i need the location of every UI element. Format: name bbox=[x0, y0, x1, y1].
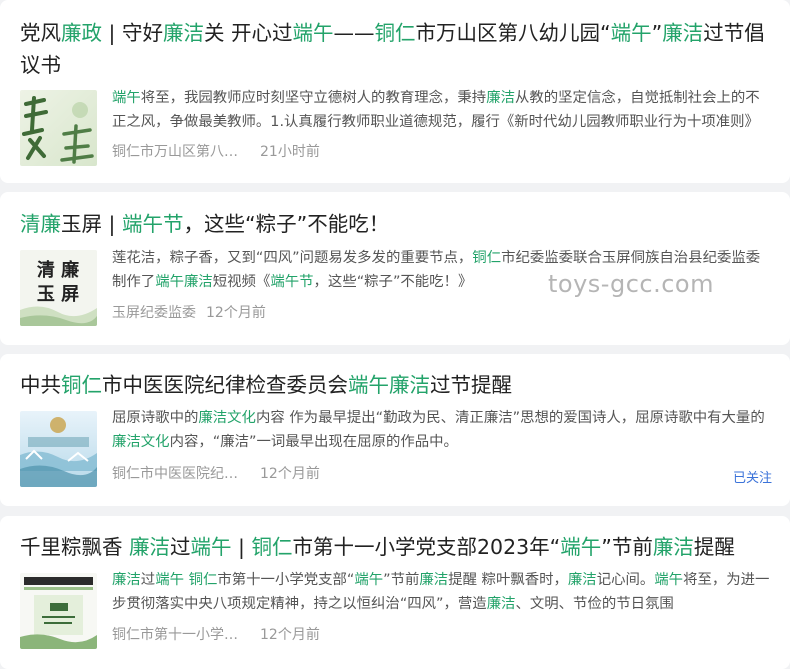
highlighted-keyword: 端午节 bbox=[270, 274, 314, 290]
thumb-line-1: 清 廉 bbox=[37, 259, 79, 281]
text-segment: ”节前 bbox=[601, 535, 653, 559]
article-time: 21小时前 bbox=[260, 144, 320, 160]
text-segment: 将至，我园教师应时刻坚守立德树人的教育理念，秉持 bbox=[140, 90, 487, 106]
highlighted-keyword: 端午 bbox=[112, 90, 141, 106]
news-card[interactable]: 党风廉政 | 守好廉洁关 开心过端午——铜仁市万山区第八幼儿园“端午”廉洁过节倡… bbox=[0, 0, 790, 183]
text-segment: 短视频《 bbox=[212, 274, 271, 290]
text-segment: 内容 作为最早提出“勤政为民、清正廉洁”思想的爱国诗人，屈原诗歌中有大量的 bbox=[255, 410, 765, 426]
text-segment: | 守好 bbox=[102, 21, 163, 45]
highlighted-keyword: 端午 bbox=[292, 21, 334, 45]
follow-button[interactable]: 已关注 bbox=[733, 467, 772, 486]
article-time: 12个月前 bbox=[260, 627, 320, 643]
highlighted-keyword: 廉洁文化 bbox=[112, 434, 170, 450]
text-segment: 关 开心过 bbox=[203, 21, 293, 45]
text-segment: 市中医医院纪律检查委员会 bbox=[102, 373, 348, 397]
highlighted-keyword: 端午 bbox=[610, 21, 652, 45]
festival-banner-image bbox=[20, 411, 97, 487]
text-segment: 市万山区第八幼儿园“ bbox=[415, 21, 611, 45]
text-segment: ” bbox=[651, 21, 663, 45]
article-time: 12个月前 bbox=[260, 466, 320, 482]
text-segment: —— bbox=[333, 21, 375, 45]
article-thumbnail[interactable] bbox=[20, 90, 97, 166]
highlighted-keyword: 端午廉洁 bbox=[348, 373, 430, 397]
highlighted-keyword: 廉洁 bbox=[419, 572, 449, 588]
highlighted-keyword: 端午 bbox=[654, 572, 684, 588]
highlighted-keyword: 铜仁 bbox=[251, 535, 293, 559]
text-segment: 玉屏 | bbox=[61, 212, 122, 236]
article-meta: 铜仁市中医医院纪律检查委员会 12个月前 bbox=[112, 464, 320, 484]
highlighted-keyword: 端午 bbox=[354, 572, 384, 588]
text-segment: 市第十一小学党支部“ bbox=[217, 572, 355, 588]
article-title[interactable]: 党风廉政 | 守好廉洁关 开心过端午——铜仁市万山区第八幼儿园“端午”廉洁过节倡… bbox=[20, 17, 778, 81]
text-segment: ，这些“粽子”不能吃！ bbox=[183, 212, 390, 236]
text-segment: ，这些“粽子”不能吃！》 bbox=[313, 274, 473, 290]
article-thumbnail[interactable]: 清 廉 玉 屏 bbox=[20, 250, 97, 326]
article-title[interactable]: 中共铜仁市中医医院纪律检查委员会端午廉洁过节提醒 bbox=[20, 369, 778, 401]
highlighted-keyword: 端午 bbox=[190, 535, 232, 559]
text-segment: 莲花洁，粽子香，又到“四风”问题易发多发的重要节点， bbox=[112, 250, 473, 266]
text-segment: 提醒 bbox=[693, 535, 735, 559]
text-segment: ”节前 bbox=[383, 572, 420, 588]
article-source[interactable]: 铜仁市万山区第八幼儿园 bbox=[112, 142, 250, 162]
highlighted-keyword: 廉洁文化 bbox=[198, 410, 256, 426]
text-segment: 过 bbox=[140, 572, 156, 588]
article-thumbnail[interactable] bbox=[20, 573, 97, 649]
highlighted-keyword: 铜仁 bbox=[374, 21, 416, 45]
article-source[interactable]: 玉屏纪委监委 bbox=[112, 303, 196, 323]
article-time: 12个月前 bbox=[206, 305, 266, 321]
article-thumbnail[interactable] bbox=[20, 411, 97, 487]
news-card[interactable]: 中共铜仁市中医医院纪律检查委员会端午廉洁过节提醒 屈原诗歌中的廉洁文化内容 作为… bbox=[0, 354, 790, 506]
text-segment: 中共 bbox=[20, 373, 61, 397]
highlighted-keyword: 廉洁 bbox=[486, 596, 516, 612]
text-segment: 千里粽飘香 bbox=[20, 535, 130, 559]
highlighted-keyword: 端午廉洁 bbox=[155, 274, 213, 290]
highlighted-keyword: 廉洁 bbox=[129, 535, 171, 559]
article-summary: 莲花洁，粽子香，又到“四风”问题易发多发的重要节点，铜仁市纪委监委联合玉屏侗族自… bbox=[112, 246, 774, 294]
article-title[interactable]: 清廉玉屏 | 端午节，这些“粽子”不能吃！ bbox=[20, 208, 778, 240]
highlighted-keyword: 端午 bbox=[560, 535, 602, 559]
article-summary: 端午将至，我园教师应时刻坚守立德树人的教育理念，秉持廉洁从教的坚定信念，自觉抵制… bbox=[112, 86, 774, 134]
article-meta: 玉屏纪委监委 12个月前 bbox=[112, 303, 266, 323]
text-segment: 、文明、节俭的节日氛围 bbox=[515, 596, 674, 612]
highlighted-keyword: 端午节 bbox=[121, 212, 184, 236]
highlighted-keyword: 廉洁 bbox=[162, 21, 204, 45]
text-segment: | bbox=[231, 535, 252, 559]
article-meta: 铜仁市万山区第八幼儿园 21小时前 bbox=[112, 142, 320, 162]
highlighted-keyword: 廉洁 bbox=[652, 535, 694, 559]
article-summary: 屈原诗歌中的廉洁文化内容 作为最早提出“勤政为民、清正廉洁”思想的爱国诗人，屈原… bbox=[112, 406, 774, 454]
thumb-line-2: 玉 屏 bbox=[37, 284, 79, 305]
highlighted-keyword: 铜仁 bbox=[188, 572, 218, 588]
article-meta: 铜仁市第十一小学党支部 12个月前 bbox=[112, 625, 320, 645]
highlighted-keyword: 廉洁 bbox=[486, 90, 515, 106]
text-segment: 记心间。 bbox=[596, 572, 655, 588]
highlighted-keyword: 铜仁 bbox=[61, 373, 102, 397]
text-segment: 屈原诗歌中的 bbox=[112, 410, 199, 426]
text-segment: 过 bbox=[170, 535, 191, 559]
highlighted-keyword: 端午 bbox=[155, 572, 184, 588]
text-segment: 提醒 粽叶飘香时， bbox=[448, 572, 568, 588]
text-segment: 过节提醒 bbox=[430, 373, 512, 397]
highlighted-keyword: 廉洁 bbox=[567, 572, 597, 588]
news-card[interactable]: 清廉玉屏 | 端午节，这些“粽子”不能吃！ 清 廉 玉 屏 莲花洁，粽子香，又到… bbox=[0, 192, 790, 345]
article-source[interactable]: 铜仁市中医医院纪律检查委员会 bbox=[112, 464, 250, 484]
highlighted-keyword: 廉洁 bbox=[662, 21, 704, 45]
news-card[interactable]: 千里粽飘香 廉洁过端午 | 铜仁市第十一小学党支部2023年“端午”节前廉洁提醒… bbox=[0, 516, 790, 669]
highlighted-keyword: 清廉 bbox=[20, 212, 61, 236]
lian-jie-calligraphy-image bbox=[20, 90, 97, 166]
article-summary: 廉洁过端午 铜仁市第十一小学党支部“端午”节前廉洁提醒 粽叶飘香时，廉洁记心间。… bbox=[112, 568, 774, 616]
text-segment: 党风 bbox=[20, 21, 61, 45]
article-source[interactable]: 铜仁市第十一小学党支部 bbox=[112, 625, 250, 645]
text-segment: 市第十一小学党支部2023年“ bbox=[292, 535, 561, 559]
highlighted-keyword: 廉洁 bbox=[112, 572, 141, 588]
article-title[interactable]: 千里粽飘香 廉洁过端午 | 铜仁市第十一小学党支部2023年“端午”节前廉洁提醒 bbox=[20, 531, 778, 563]
highlighted-keyword: 铜仁 bbox=[472, 250, 502, 266]
qing-lian-yu-ping-calligraphy-image: 清 廉 玉 屏 bbox=[20, 250, 97, 326]
highlighted-keyword: 廉政 bbox=[61, 21, 102, 45]
school-notice-poster-image bbox=[20, 573, 97, 649]
text-segment: 内容，“廉洁”一词最早出现在屈原的作品中。 bbox=[169, 434, 458, 450]
